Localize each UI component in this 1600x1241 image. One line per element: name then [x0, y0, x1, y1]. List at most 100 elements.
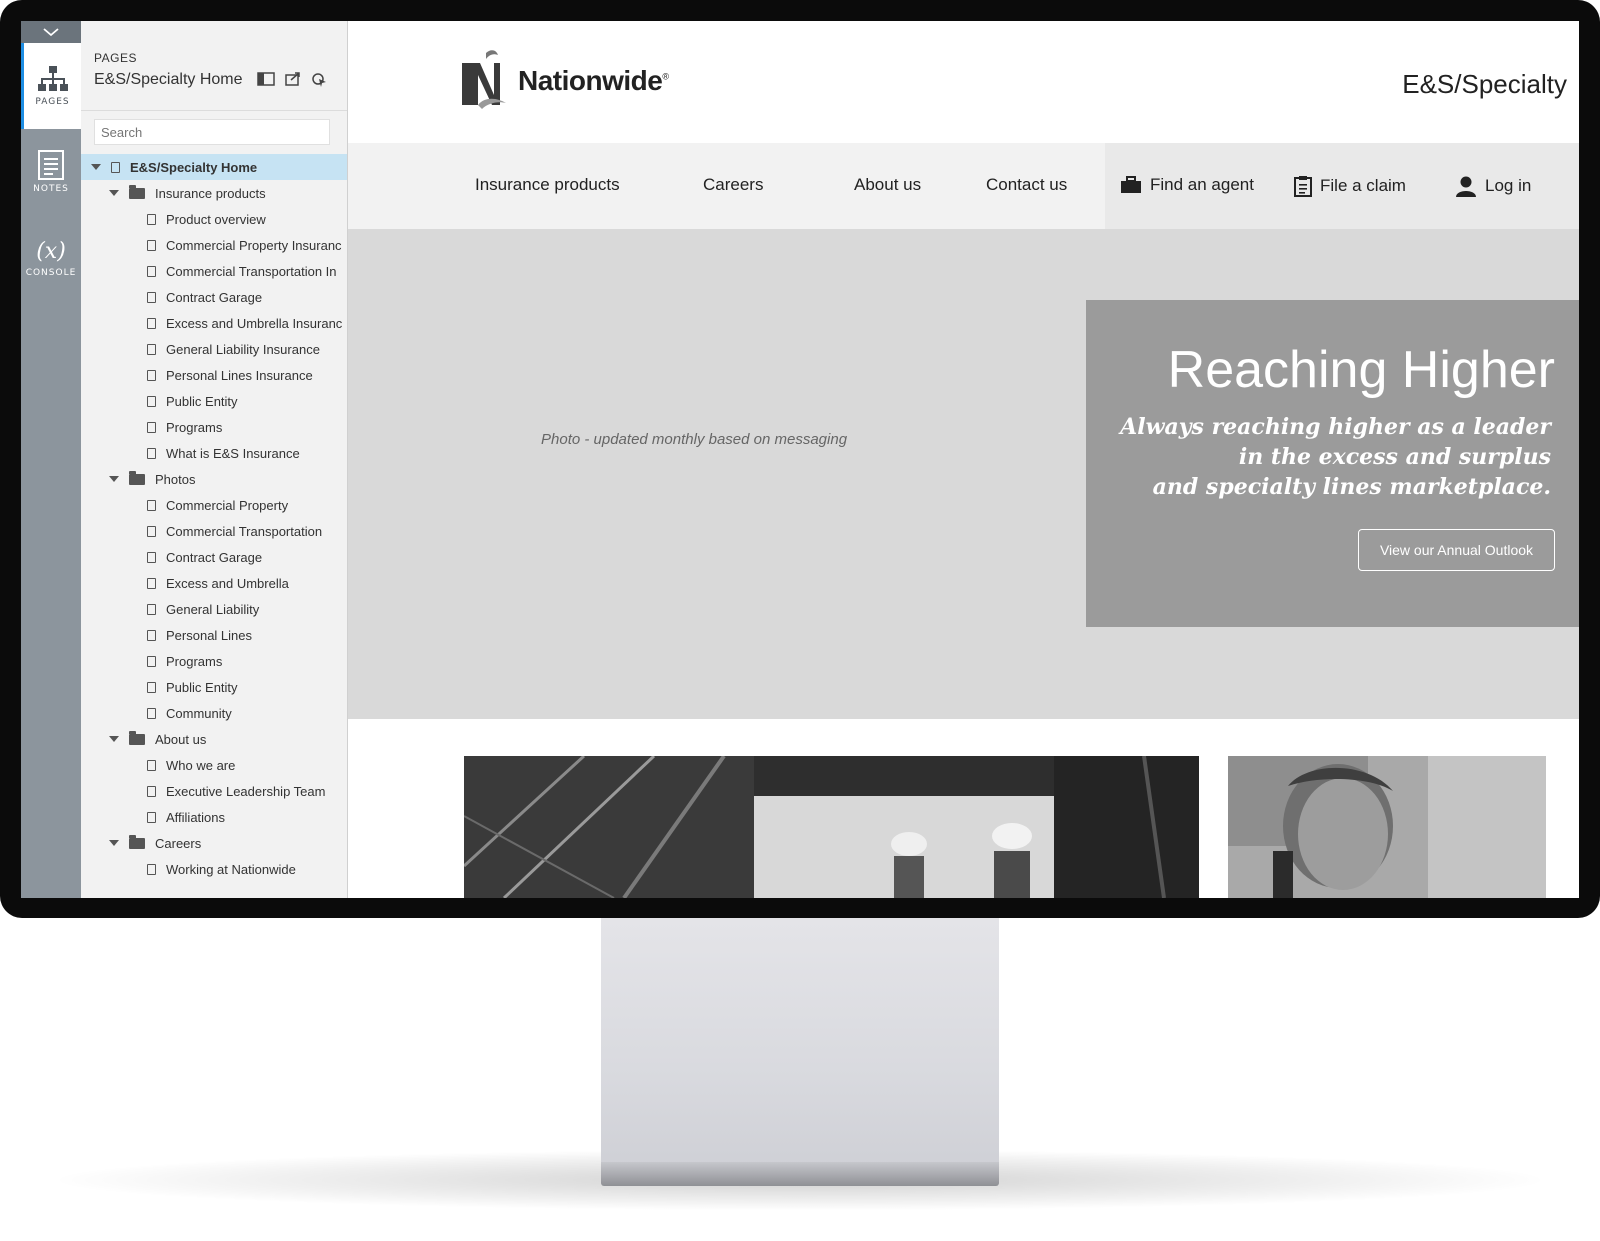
tree-page[interactable]: Commercial Property [81, 492, 347, 518]
tree-page[interactable]: What is E&S Insurance [81, 440, 347, 466]
chevron-down-icon [43, 28, 59, 37]
tree-item-label: Product overview [166, 211, 266, 227]
search-settings-icon[interactable] [311, 72, 327, 88]
tree-page[interactable]: Programs [81, 414, 347, 440]
page-icon [111, 161, 120, 173]
tree-page[interactable]: Contract Garage [81, 284, 347, 310]
tree-folder[interactable]: Photos [81, 466, 347, 492]
rail-notes-button[interactable]: NOTES [21, 129, 81, 215]
hero-subline-2: in the excess and surplus [1238, 444, 1551, 470]
collapse-toggle[interactable] [21, 21, 81, 43]
page-search-input[interactable] [94, 119, 330, 145]
construction-workers-photo[interactable] [464, 756, 1199, 898]
brand-wordmark: Nationwide [518, 65, 663, 96]
site-header: Nationwide® E&S/Specialty [348, 21, 1579, 143]
hero-heading: Reaching Higher [1167, 341, 1555, 399]
tree-item-label: Commercial Transportation [166, 523, 323, 539]
tree-item-label: Programs [166, 419, 223, 435]
main-nav: Insurance products Careers About us Cont… [348, 143, 1579, 229]
pages-caption: PAGES [94, 51, 137, 65]
find-agent-label: Find an agent [1150, 175, 1254, 194]
tree-folder[interactable]: Insurance products [81, 180, 347, 206]
tree-page[interactable]: Excess and Umbrella Insuranc [81, 310, 347, 336]
page-icon [147, 603, 156, 615]
page-icon [147, 785, 156, 797]
tree-page[interactable]: Personal Lines Insurance [81, 362, 347, 388]
tree-item-label: Working at Nationwide [166, 861, 296, 877]
expand-triangle-icon[interactable] [109, 840, 119, 846]
rail-console-button[interactable]: (x) CONSOLE [21, 215, 81, 301]
export-icon[interactable] [284, 72, 301, 86]
page-icon [147, 343, 156, 355]
tree-page[interactable]: Working at Nationwide [81, 856, 347, 882]
expand-triangle-icon[interactable] [91, 164, 101, 170]
tree-item-label: What is E&S Insurance [166, 445, 300, 461]
expand-triangle-icon[interactable] [109, 476, 119, 482]
tree-page[interactable]: Who we are [81, 752, 347, 778]
tree-item-label: Commercial Transportation In [166, 263, 337, 279]
tree-item-label: Executive Leadership Team [166, 783, 326, 799]
sitemap-icon [37, 66, 68, 91]
tree-folder[interactable]: About us [81, 726, 347, 752]
tree-page[interactable]: General Liability Insurance [81, 336, 347, 362]
page-icon [147, 863, 156, 875]
registered-mark: ® [662, 71, 669, 82]
folder-icon [129, 730, 145, 745]
add-page-icon[interactable] [256, 72, 275, 86]
page-icon [147, 421, 156, 433]
tree-page[interactable]: Product overview [81, 206, 347, 232]
tree-page[interactable]: Commercial Transportation In [81, 258, 347, 284]
nationwide-logo-icon[interactable] [460, 47, 508, 111]
nav-about-us[interactable]: About us [854, 175, 921, 195]
tree-item-label: About us [155, 731, 207, 747]
log-in-label: Log in [1485, 176, 1532, 195]
tree-folder[interactable]: Careers [81, 830, 347, 856]
utility-nav: Find an agent File a claim Log in [1105, 143, 1579, 229]
tree-page[interactable]: General Liability [81, 596, 347, 622]
log-in-link[interactable]: Log in [1455, 175, 1531, 197]
expand-triangle-icon[interactable] [109, 190, 119, 196]
tree-item-label: Programs [166, 653, 223, 669]
file-claim-label: File a claim [1320, 176, 1406, 195]
hero-subline-1: Always reaching higher as a leader [1120, 414, 1551, 440]
pages-panel: PAGES E&S/Specialty Home Search E&S/Spec… [81, 21, 348, 898]
page-icon [147, 369, 156, 381]
nav-insurance-products[interactable]: Insurance products [475, 175, 620, 195]
tree-item-label: Public Entity [166, 679, 238, 695]
tree-page[interactable]: Contract Garage [81, 544, 347, 570]
nav-careers[interactable]: Careers [703, 175, 763, 195]
page-icon [147, 811, 156, 823]
nav-contact-us[interactable]: Contact us [986, 175, 1067, 195]
tree-page[interactable]: Community [81, 700, 347, 726]
tree-page[interactable]: Commercial Property Insuranc [81, 232, 347, 258]
tree-page[interactable]: Programs [81, 648, 347, 674]
annual-outlook-button[interactable]: View our Annual Outlook [1358, 529, 1555, 571]
tree-item-label: Who we are [166, 757, 236, 773]
pages-panel-header: PAGES E&S/Specialty Home [81, 21, 347, 111]
rail-pages-button[interactable]: PAGES [21, 43, 81, 129]
file-claim-link[interactable]: File a claim [1294, 175, 1406, 197]
construction-photo-graphic [464, 756, 1199, 898]
page-icon [147, 499, 156, 511]
tree-page[interactable]: Commercial Transportation [81, 518, 347, 544]
tree-page[interactable]: E&S/Specialty Home [81, 154, 347, 180]
businessman-phone-photo[interactable] [1228, 756, 1546, 898]
tree-item-label: Commercial Property [166, 497, 289, 513]
tree-page[interactable]: Excess and Umbrella [81, 570, 347, 596]
tree-item-label: Careers [155, 835, 202, 851]
tree-page[interactable]: Public Entity [81, 388, 347, 414]
folder-icon [129, 470, 145, 485]
hero-subheading: Always reaching higher as a leader in th… [1111, 412, 1551, 502]
tree-page[interactable]: Affiliations [81, 804, 347, 830]
expand-triangle-icon[interactable] [109, 736, 119, 742]
page-icon [147, 681, 156, 693]
clipboard-icon [1294, 176, 1312, 197]
tree-page[interactable]: Executive Leadership Team [81, 778, 347, 804]
tree-page[interactable]: Public Entity [81, 674, 347, 700]
tree-page[interactable]: Personal Lines [81, 622, 347, 648]
monitor-stand [601, 918, 999, 1168]
page-icon [147, 239, 156, 251]
user-icon [1456, 176, 1476, 197]
find-agent-link[interactable]: Find an agent [1120, 175, 1254, 195]
tree-item-label: Affiliations [166, 809, 226, 825]
